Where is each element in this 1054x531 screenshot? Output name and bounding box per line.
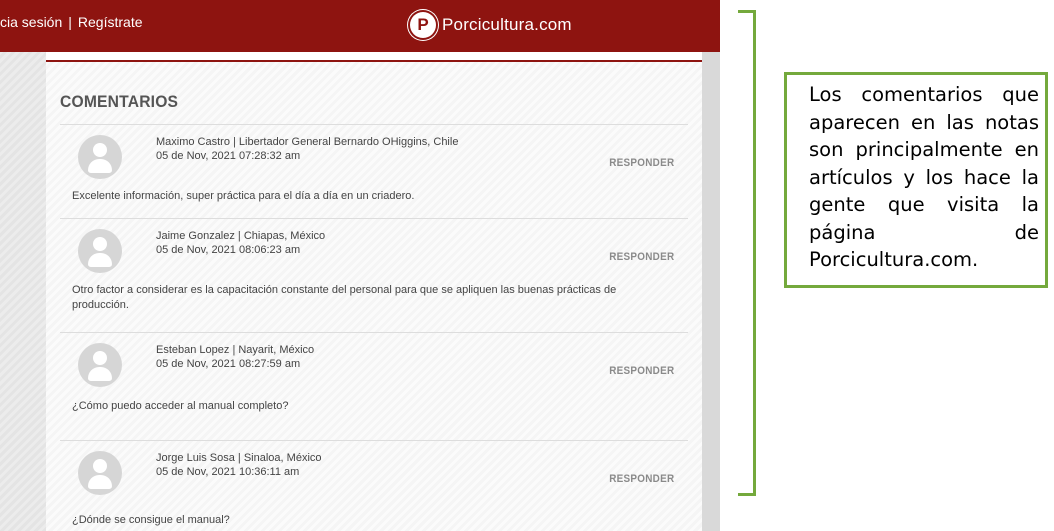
comment-item: Jaime Gonzalez | Chiapas, México 05 de N… <box>60 218 688 333</box>
annotation-bracket <box>738 10 756 496</box>
comment-author: Maximo Castro | Libertador General Berna… <box>156 136 459 148</box>
right-gutter <box>702 52 720 531</box>
comments-panel: COMENTARIOS Maximo Castro | Libertador G… <box>46 60 702 531</box>
reply-button[interactable]: RESPONDER <box>609 157 674 169</box>
comment-item: Esteban Lopez | Nayarit, México 05 de No… <box>60 332 688 441</box>
comment-text: ¿Cómo puedo acceder al manual completo? <box>72 400 289 412</box>
auth-links: cia sesión | Regístrate <box>0 14 143 30</box>
reply-button[interactable]: RESPONDER <box>609 473 674 485</box>
annotation-note: Los comentarios que aparecen en las nota… <box>784 72 1048 288</box>
comments-title: COMENTARIOS <box>60 92 179 111</box>
logo-text: Porcicultura.com <box>442 15 572 34</box>
comment-text: Excelente información, super práctica pa… <box>72 190 415 202</box>
register-link[interactable]: Regístrate <box>78 14 143 30</box>
reply-button[interactable]: RESPONDER <box>609 365 674 377</box>
comment-author: Jaime Gonzalez | Chiapas, México <box>156 230 326 242</box>
login-link[interactable]: cia sesión <box>0 14 62 30</box>
comment-author: Jorge Luis Sosa | Sinaloa, México <box>156 452 322 464</box>
user-avatar-icon <box>78 229 122 273</box>
logo-p-icon: P <box>410 12 436 38</box>
user-avatar-icon <box>78 343 122 387</box>
comment-meta: Jorge Luis Sosa | Sinaloa, México 05 de … <box>156 451 322 479</box>
top-bar: cia sesión | Regístrate P Porcicultura.com <box>0 0 720 52</box>
comment-date: 05 de Nov, 2021 08:27:59 am <box>156 358 301 370</box>
reply-button[interactable]: RESPONDER <box>609 251 674 263</box>
comment-date: 05 de Nov, 2021 10:36:11 am <box>156 466 300 478</box>
comment-text: Otro factor a considerar es la capacitac… <box>72 284 617 311</box>
comment-text: ¿Dónde se consigue el manual? <box>72 514 230 526</box>
comment-item: Jorge Luis Sosa | Sinaloa, México 05 de … <box>60 440 688 531</box>
screenshot: cia sesión | Regístrate P Porcicultura.com… <box>0 0 720 531</box>
comment-meta: Maximo Castro | Libertador General Berna… <box>156 135 458 163</box>
comment-meta: Esteban Lopez | Nayarit, México 05 de No… <box>156 343 314 371</box>
comment-meta: Jaime Gonzalez | Chiapas, México 05 de N… <box>156 229 325 257</box>
comment-date: 05 de Nov, 2021 07:28:32 am <box>156 150 301 162</box>
comment-author: Esteban Lopez | Nayarit, México <box>156 344 315 356</box>
comment-item: Maximo Castro | Libertador General Berna… <box>60 124 688 219</box>
site-logo[interactable]: P Porcicultura.com <box>410 10 572 40</box>
user-avatar-icon <box>78 451 122 495</box>
auth-separator: | <box>68 14 72 30</box>
panel-header-strip <box>46 52 702 60</box>
comment-date: 05 de Nov, 2021 08:06:23 am <box>156 244 301 256</box>
user-avatar-icon <box>78 135 122 179</box>
